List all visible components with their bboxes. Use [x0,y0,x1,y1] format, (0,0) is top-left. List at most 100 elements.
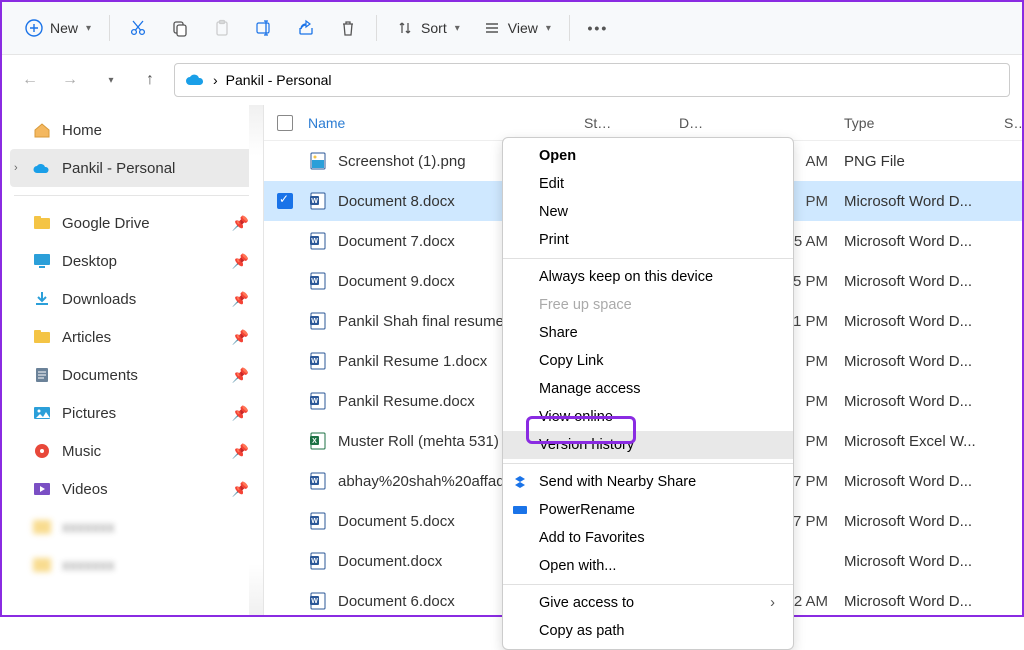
svg-text:W: W [311,478,318,485]
col-size[interactable]: S… [1004,115,1022,131]
sort-button[interactable]: Sort ▾ [385,12,470,44]
rename-icon [511,501,529,519]
col-status[interactable]: St… [584,115,679,131]
file-name: Document 9.docx [338,273,455,290]
col-name[interactable]: Name [306,115,584,131]
file-name: Document 8.docx [338,193,455,210]
sidebar-item-label: Google Drive [62,215,150,232]
recent-button[interactable]: ▾ [94,64,126,96]
ctx-always-keep[interactable]: Always keep on this device [503,263,793,291]
sidebar-personal[interactable]: › Pankil - Personal [10,149,255,187]
folder-icon [32,327,52,347]
type-cell: Microsoft Excel W... [844,433,1004,450]
select-all-checkbox[interactable] [264,115,306,131]
address-bar[interactable]: › Pankil - Personal [174,63,1010,97]
ctx-copy-link[interactable]: Copy Link [503,347,793,375]
word-file-icon: W [308,231,328,251]
ctx-view-online[interactable]: View online [503,403,793,431]
ctx-give-access[interactable]: Give access to› [503,589,793,617]
svg-text:W: W [311,278,318,285]
type-cell: Microsoft Word D... [844,233,1004,250]
share-button[interactable] [286,12,326,44]
svg-text:W: W [311,518,318,525]
ctx-copy-as-path[interactable]: Copy as path [503,617,793,645]
paste-button[interactable] [202,12,242,44]
word-file-icon: W [308,471,328,491]
pin-icon: 📌 [232,215,249,232]
onedrive-icon [32,158,52,178]
ctx-manage-access[interactable]: Manage access [503,375,793,403]
ctx-open[interactable]: Open [503,142,793,170]
ctx-share[interactable]: Share [503,319,793,347]
sidebar-home[interactable]: Home [10,111,255,149]
sidebar-item-pictures[interactable]: Pictures📌 [10,394,255,432]
pin-icon: 📌 [232,481,249,498]
type-cell: Microsoft Word D... [844,273,1004,290]
pin-icon: 📌 [232,443,249,460]
ctx-new[interactable]: New [503,198,793,226]
separator [503,258,793,259]
file-name: Document 5.docx [338,513,455,530]
svg-text:X: X [312,438,317,445]
rename-icon [254,18,274,38]
word-file-icon: W [308,511,328,531]
sidebar-item-blurred: xxxxxxx [10,508,255,546]
sidebar-item-music[interactable]: Music 📌 [10,432,255,470]
sidebar-item-videos[interactable]: Videos📌 [10,470,255,508]
word-file-icon: W [308,551,328,571]
rename-button[interactable] [244,12,284,44]
music-icon [32,441,52,461]
sidebar-item-label: Pictures [62,405,116,422]
sidebar-item-downloads[interactable]: Downloads📌 [10,280,255,318]
view-label: View [508,20,538,36]
ctx-open-with[interactable]: Open with... [503,552,793,580]
ctx-powerrename[interactable]: PowerRename [503,496,793,524]
sidebar-item-google-drive[interactable]: Google Drive 📌 [10,204,255,242]
type-cell: Microsoft Word D... [844,313,1004,330]
back-button[interactable]: ← [14,64,46,96]
scrollbar[interactable] [249,105,263,615]
ctx-print[interactable]: Print [503,226,793,254]
sidebar-item-documents[interactable]: Documents📌 [10,356,255,394]
ctx-add-favorites[interactable]: Add to Favorites [503,524,793,552]
word-file-icon: W [308,191,328,211]
row-checkbox[interactable] [264,193,306,209]
breadcrumb-sep: › [213,72,218,88]
ctx-edit[interactable]: Edit [503,170,793,198]
word-file-icon: W [308,591,328,611]
ctx-version-history[interactable]: Version history [503,431,793,459]
sidebar-item-label: Articles [62,329,111,346]
chevron-down-icon: ▾ [108,75,113,86]
type-cell: PNG File [844,153,1004,170]
chevron-right-icon[interactable]: › [14,162,18,174]
type-cell: Microsoft Word D... [844,593,1004,610]
forward-button[interactable]: → [54,64,86,96]
ctx-nearby-share[interactable]: Send with Nearby Share [503,468,793,496]
document-icon [32,365,52,385]
chevron-down-icon: ▾ [455,23,460,34]
new-button[interactable]: New ▾ [14,12,101,44]
folder-icon [32,213,52,233]
file-name: Muster Roll (mehta 531) . [338,433,507,450]
view-icon [482,18,502,38]
copy-button[interactable] [160,12,200,44]
separator [569,15,570,41]
col-type[interactable]: Type [844,115,1004,131]
up-button[interactable]: ↑ [134,64,166,96]
col-date[interactable]: D… [679,115,844,131]
pin-icon: 📌 [232,253,249,270]
sidebar-item-label: Desktop [62,253,117,270]
context-menu: Open Edit New Print Always keep on this … [502,137,794,650]
cut-button[interactable] [118,12,158,44]
sidebar-item-desktop[interactable]: Desktop 📌 [10,242,255,280]
more-button[interactable]: ••• [578,12,618,44]
delete-button[interactable] [328,12,368,44]
separator [109,15,110,41]
svg-text:W: W [311,558,318,565]
view-button[interactable]: View ▾ [472,12,561,44]
sidebar-item-articles[interactable]: Articles📌 [10,318,255,356]
nearby-icon [511,473,529,491]
sidebar-item-label: Music [62,443,101,460]
share-icon [296,18,316,38]
file-name: Document 6.docx [338,593,455,610]
